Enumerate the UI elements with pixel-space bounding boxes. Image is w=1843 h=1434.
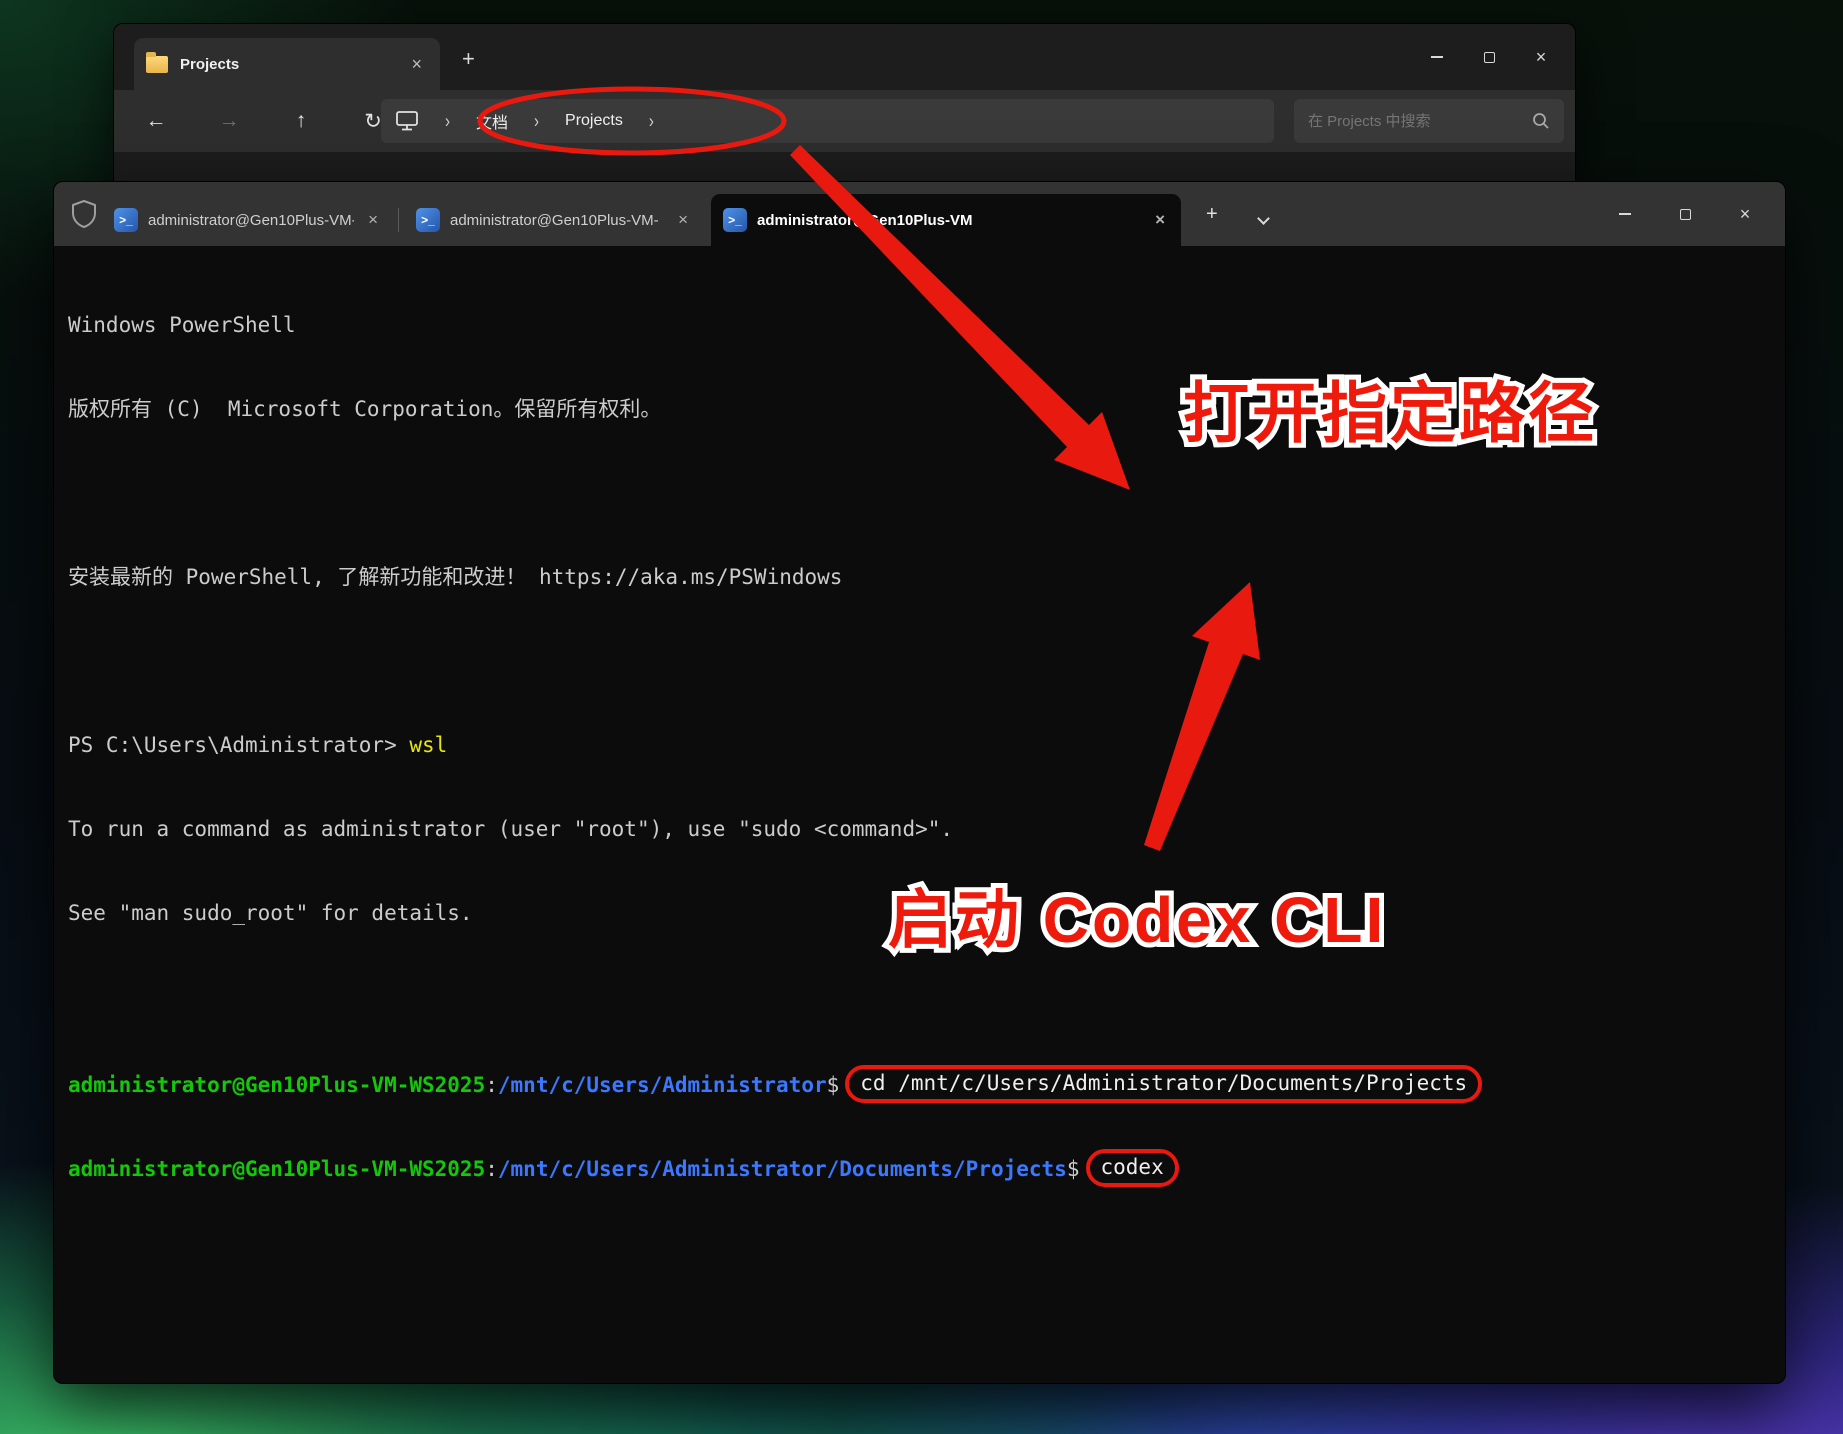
terminal-line: PS C:\Users\Administrator> wsl: [68, 731, 1775, 759]
prompt-colon: :: [485, 1073, 498, 1097]
breadcrumb-item-projects[interactable]: Projects: [565, 112, 623, 130]
terminal-line: Windows PowerShell: [68, 311, 1775, 339]
prompt-user: administrator@Gen10Plus-VM-WS2025: [68, 1157, 485, 1181]
powershell-icon: >_: [723, 208, 747, 232]
powershell-icon: >_: [114, 208, 138, 232]
tab-close-icon[interactable]: ×: [674, 210, 692, 230]
forward-button[interactable]: →: [209, 90, 249, 152]
chevron-right-icon: ›: [534, 110, 539, 132]
powershell-icon: >_: [416, 208, 440, 232]
terminal-maximize-button[interactable]: [1655, 190, 1715, 238]
prompt-user: administrator@Gen10Plus-VM-WS2025: [68, 1073, 485, 1097]
tab-divider: [398, 208, 399, 232]
wsl-command: wsl: [409, 733, 447, 757]
maximize-icon: [1680, 209, 1691, 220]
explorer-window-controls: ×: [1411, 24, 1567, 90]
up-button[interactable]: ↑: [281, 90, 321, 152]
ps-prompt: PS C:\Users\Administrator>: [68, 733, 409, 757]
admin-shield-icon: [70, 199, 98, 229]
terminal-window-controls: ×: [1595, 182, 1775, 246]
codex-command-circled: codex: [1086, 1149, 1179, 1187]
explorer-minimize-button[interactable]: [1411, 37, 1463, 77]
this-pc-icon: [395, 110, 419, 132]
maximize-icon: [1484, 52, 1495, 63]
terminal-prompt-line: administrator@Gen10Plus-VM-WS2025:/mnt/c…: [68, 1151, 1775, 1179]
tab-close-icon[interactable]: ×: [364, 210, 382, 230]
close-icon: ×: [1740, 205, 1751, 223]
search-input[interactable]: [1308, 113, 1532, 130]
terminal-tab-1[interactable]: >_ administrator@Gen10Plus-VM- ×: [102, 194, 394, 246]
terminal-tab-2[interactable]: >_ administrator@Gen10Plus-VM- ×: [404, 194, 704, 246]
terminal-tab-label: administrator@Gen10Plus-VM-: [450, 212, 659, 229]
chevron-right-icon: ›: [649, 110, 654, 132]
chevron-right-icon: ›: [445, 110, 450, 132]
explorer-maximize-button[interactable]: [1463, 37, 1515, 77]
prompt-path: /mnt/c/Users/Administrator/Documents/Pro…: [498, 1157, 1067, 1181]
prompt-dollar: $: [1067, 1157, 1080, 1181]
explorer-tab-close-icon[interactable]: ×: [405, 53, 428, 75]
terminal-minimize-button[interactable]: [1595, 190, 1655, 238]
terminal-tab-3-active[interactable]: >_ administrator@Gen10Plus-VM ×: [711, 194, 1181, 246]
prompt-colon: :: [485, 1157, 498, 1181]
terminal-line: 版权所有 (C) Microsoft Corporation。保留所有权利。: [68, 395, 1775, 423]
cd-command-circled: cd /mnt/c/Users/Administrator/Documents/…: [845, 1065, 1482, 1103]
explorer-tab-projects[interactable]: Projects ×: [134, 38, 440, 90]
terminal-close-button[interactable]: ×: [1715, 190, 1775, 238]
terminal-tab-label: administrator@Gen10Plus-VM-: [148, 212, 354, 229]
search-icon: [1532, 112, 1550, 130]
explorer-close-button[interactable]: ×: [1515, 37, 1567, 77]
explorer-search-box[interactable]: [1294, 99, 1564, 143]
chevron-down-icon[interactable]: [1257, 212, 1270, 225]
terminal-line: To run a command as administrator (user …: [68, 815, 1775, 843]
terminal-line: 安装最新的 PowerShell, 了解新功能和改进！ https://aka.…: [68, 563, 1775, 591]
explorer-new-tab-button[interactable]: +: [462, 48, 475, 70]
terminal-new-tab-button[interactable]: +: [1206, 204, 1218, 224]
terminal-line: See "man sudo_root" for details.: [68, 899, 1775, 927]
explorer-tab-label: Projects: [180, 56, 393, 73]
back-button[interactable]: ←: [136, 90, 176, 152]
terminal-prompt-line: administrator@Gen10Plus-VM-WS2025:/mnt/c…: [68, 1067, 1775, 1095]
breadcrumb-item-documents[interactable]: 文档: [476, 109, 508, 133]
tab-close-icon[interactable]: ×: [1151, 210, 1169, 230]
folder-icon: [146, 56, 168, 73]
prompt-dollar: $: [827, 1073, 840, 1097]
address-bar[interactable]: › 文档 › Projects ›: [381, 99, 1274, 143]
minimize-icon: [1431, 56, 1443, 58]
close-icon: ×: [1536, 48, 1547, 66]
terminal-window: >_ administrator@Gen10Plus-VM- × >_ admi…: [53, 181, 1786, 1384]
terminal-tabbar: >_ administrator@Gen10Plus-VM- × >_ admi…: [54, 182, 1785, 246]
minimize-icon: [1619, 213, 1631, 215]
explorer-navbar: ← → ↑ ↻ › 文档 › Projects ›: [114, 90, 1575, 152]
terminal-tab-label: administrator@Gen10Plus-VM: [757, 212, 973, 229]
explorer-titlebar: Projects × + ×: [114, 24, 1575, 90]
prompt-path: /mnt/c/Users/Administrator: [498, 1073, 827, 1097]
terminal-output: Windows PowerShell 版权所有 (C) Microsoft Co…: [68, 255, 1775, 1375]
